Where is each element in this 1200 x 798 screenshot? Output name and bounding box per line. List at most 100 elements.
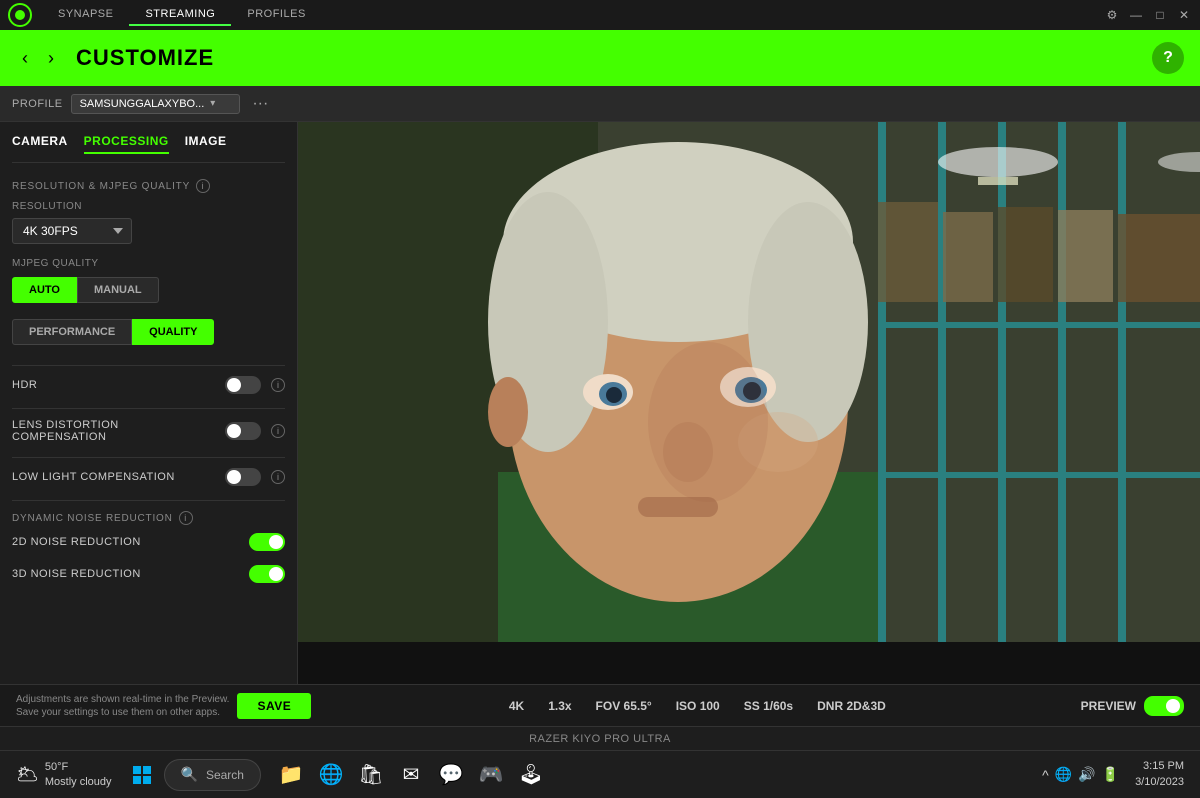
divider-4 — [12, 500, 285, 501]
tab-bar: CAMERA PROCESSING IMAGE — [12, 134, 285, 163]
noise-2d-toggle-thumb — [269, 535, 283, 549]
bottom-bar: Adjustments are shown real-time in the P… — [0, 684, 1200, 726]
mjpeg-manual-button[interactable]: MANUAL — [77, 277, 159, 303]
header-nav: ‹ › CUSTOMIZE — [16, 44, 214, 73]
stat-fov: FOV 65.5° — [596, 699, 652, 713]
taskbar-icon-chat[interactable]: 💬 — [433, 757, 469, 793]
tray-battery[interactable]: 🔋 — [1102, 766, 1119, 783]
app-logo — [8, 3, 32, 27]
noise-3d-toggle[interactable] — [249, 565, 285, 583]
quality-button[interactable]: QUALITY — [132, 319, 214, 345]
preview-label: PREVIEW — [1081, 699, 1136, 713]
hdr-toggle[interactable] — [225, 376, 261, 394]
lens-distortion-label: LENS DISTORTION COMPENSATION — [12, 419, 215, 443]
taskbar-right: ^ 🌐 🔊 🔋 3:15 PM 3/10/2023 — [1042, 759, 1192, 790]
divider-2 — [12, 408, 285, 409]
performance-button[interactable]: PERFORMANCE — [12, 319, 132, 345]
stat-resolution: 4K — [509, 699, 524, 713]
nav-synapse[interactable]: SYNAPSE — [42, 4, 129, 26]
low-light-info-icon[interactable]: i — [271, 470, 285, 484]
divider-3 — [12, 457, 285, 458]
lens-distortion-row: LENS DISTORTION COMPENSATION i — [12, 419, 285, 443]
start-button[interactable] — [124, 757, 160, 793]
system-clock[interactable]: 3:15 PM 3/10/2023 — [1127, 759, 1192, 790]
titlebar-nav: SYNAPSE STREAMING PROFILES — [42, 4, 1104, 26]
lens-distortion-toggle-thumb — [227, 424, 241, 438]
taskbar-icon-mail[interactable]: ✉ — [393, 757, 429, 793]
bottom-stats: 4K 1.3x FOV 65.5° ISO 100 SS 1/60s DNR 2… — [322, 699, 1073, 713]
taskbar-icon-files[interactable]: 📁 — [273, 757, 309, 793]
minimize-button[interactable]: — — [1128, 7, 1144, 23]
dnr-info-icon[interactable]: i — [179, 511, 193, 525]
resolution-info-icon[interactable]: i — [196, 179, 210, 193]
title-bar: SYNAPSE STREAMING PROFILES ⚙ — □ ✕ — [0, 0, 1200, 30]
tab-camera[interactable]: CAMERA — [12, 134, 68, 154]
lens-distortion-info-icon[interactable]: i — [271, 424, 285, 438]
system-tray: ^ 🌐 🔊 🔋 — [1042, 766, 1119, 783]
profile-bar: PROFILE SAMSUNGGALAXYBO... ▾ ··· — [0, 86, 1200, 122]
mjpeg-auto-button[interactable]: AUTO — [12, 277, 77, 303]
tray-audio[interactable]: 🔊 — [1078, 766, 1095, 783]
profile-select[interactable]: SAMSUNGGALAXYBO... ▾ — [71, 94, 241, 114]
resolution-dropdown[interactable]: 4K 30FPS 1080P 60FPS 1080P 30FPS 720P 60… — [12, 218, 132, 244]
resolution-label: RESOLUTION — [12, 201, 285, 212]
resolution-section-label: RESOLUTION & MJPEG QUALITY i — [12, 179, 285, 193]
maximize-button[interactable]: □ — [1152, 7, 1168, 23]
low-light-row: LOW LIGHT COMPENSATION i — [12, 468, 285, 486]
camera-name: RAZER KIYO PRO ULTRA — [529, 733, 671, 745]
dropdown-chevron-icon: ▾ — [210, 98, 215, 109]
profile-value: SAMSUNGGALAXYBO... — [80, 98, 205, 110]
help-button[interactable]: ? — [1152, 42, 1184, 74]
back-button[interactable]: ‹ — [16, 44, 34, 73]
noise-3d-label: 3D NOISE REDUCTION — [12, 568, 239, 580]
preview-toggle[interactable] — [1144, 696, 1184, 716]
save-hint: Adjustments are shown real-time in the P… — [16, 693, 229, 719]
noise-2d-row: 2D NOISE REDUCTION — [12, 533, 285, 551]
taskbar-icon-razer[interactable]: 🎮 — [473, 757, 509, 793]
search-placeholder: Search — [206, 768, 244, 782]
close-button[interactable]: ✕ — [1176, 7, 1192, 23]
left-panel: CAMERA PROCESSING IMAGE RESOLUTION & MJP… — [0, 122, 298, 684]
tray-network[interactable]: 🌐 — [1055, 766, 1072, 783]
low-light-toggle-thumb — [227, 470, 241, 484]
clock-date: 3/10/2023 — [1135, 775, 1184, 790]
nav-profiles[interactable]: PROFILES — [231, 4, 321, 26]
hdr-toggle-thumb — [227, 378, 241, 392]
settings-button[interactable]: ⚙ — [1104, 7, 1120, 23]
tab-image[interactable]: IMAGE — [185, 134, 227, 154]
taskbar-icon-browser[interactable]: 🌐 — [313, 757, 349, 793]
taskbar-app-icons: 📁 🌐 🛍 ✉ 💬 🎮 🕹 — [273, 757, 549, 793]
forward-button[interactable]: › — [42, 44, 60, 73]
stat-shutter: SS 1/60s — [744, 699, 793, 713]
search-icon: 🔍 — [181, 766, 198, 783]
main-layout: CAMERA PROCESSING IMAGE RESOLUTION & MJP… — [0, 122, 1200, 684]
camera-preview: CATALOG — [298, 122, 1200, 684]
noise-2d-label: 2D NOISE REDUCTION — [12, 536, 239, 548]
tray-chevron[interactable]: ^ — [1042, 767, 1049, 783]
lens-distortion-toggle[interactable] — [225, 422, 261, 440]
save-button[interactable]: SAVE — [237, 693, 311, 719]
weather-icon: 🌥 — [16, 764, 39, 785]
header-bar: ‹ › CUSTOMIZE ? — [0, 30, 1200, 86]
low-light-label: LOW LIGHT COMPENSATION — [12, 471, 215, 483]
taskbar: 🌥 50°F Mostly cloudy 🔍 Search 📁 🌐 🛍 ✉ 💬 … — [0, 750, 1200, 798]
taskbar-icon-gaming[interactable]: 🕹 — [513, 757, 549, 793]
stat-dnr: DNR 2D&3D — [817, 699, 886, 713]
clock-time: 3:15 PM — [1135, 759, 1184, 774]
mjpeg-label: MJPEG QUALITY — [12, 258, 285, 269]
hdr-row: HDR i — [12, 376, 285, 394]
profile-more-button[interactable]: ··· — [248, 93, 272, 115]
page-title: CUSTOMIZE — [76, 45, 214, 71]
bottom-left: Adjustments are shown real-time in the P… — [16, 693, 314, 719]
hdr-label: HDR — [12, 379, 215, 391]
camera-name-bar: RAZER KIYO PRO ULTRA — [0, 726, 1200, 750]
preview-toggle-thumb — [1166, 699, 1180, 713]
low-light-toggle[interactable] — [225, 468, 261, 486]
hdr-info-icon[interactable]: i — [271, 378, 285, 392]
taskbar-search-bar[interactable]: 🔍 Search — [164, 759, 261, 791]
tab-processing[interactable]: PROCESSING — [84, 134, 169, 154]
noise-2d-toggle[interactable] — [249, 533, 285, 551]
perf-quality-group: PERFORMANCE QUALITY — [12, 319, 285, 345]
nav-streaming[interactable]: STREAMING — [129, 4, 231, 26]
taskbar-icon-store[interactable]: 🛍 — [353, 757, 389, 793]
